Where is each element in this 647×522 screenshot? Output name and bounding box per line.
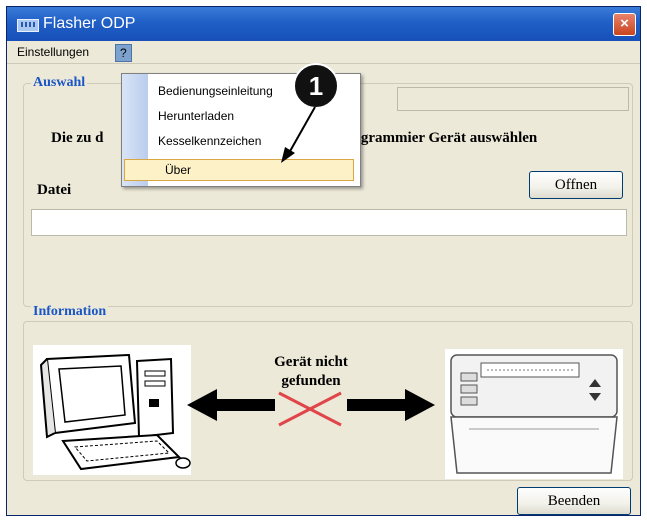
arrow-right-icon: [347, 389, 435, 421]
callout-arrow-icon: [281, 106, 316, 163]
status-line-2: gefunden: [281, 373, 341, 389]
close-icon: ×: [620, 15, 629, 32]
exit-button[interactable]: Beenden: [517, 487, 631, 515]
information-group-title: Information: [31, 304, 109, 320]
device-icon: [445, 349, 623, 479]
auswahl-group-title: Auswahl: [31, 75, 88, 91]
menu-help[interactable]: ?: [115, 44, 132, 62]
window-title: Flasher ODP: [43, 15, 136, 32]
open-button[interactable]: Offnen: [529, 171, 623, 199]
menu-bar: Einstellungen ?: [7, 41, 640, 64]
status-line-1: Gerät nicht: [274, 354, 348, 370]
main-window: Flasher ODP × Einstellungen ? Auswahl Di…: [6, 6, 641, 516]
instruction-left: Die zu d: [51, 130, 104, 146]
close-button[interactable]: ×: [613, 13, 636, 36]
device-field: [397, 87, 629, 111]
device-status: Gerät nicht gefunden: [253, 353, 369, 391]
arrow-left-icon: [187, 389, 275, 421]
menu-item-kesselkennzeichen[interactable]: Kesselkennzeichen: [158, 134, 261, 148]
instruction-right: rogrammier Gerät auswählen: [347, 130, 538, 146]
app-icon: [17, 19, 39, 32]
cross-icon: [278, 391, 342, 427]
menu-item-bedienungseinleitung[interactable]: Bedienungseinleitung: [158, 84, 273, 98]
file-path-input[interactable]: [31, 209, 627, 236]
computer-icon: [33, 345, 191, 475]
menu-einstellungen[interactable]: Einstellungen: [13, 44, 93, 60]
file-label: Datei: [37, 182, 72, 198]
title-bar: Flasher ODP ×: [7, 7, 640, 41]
menu-item-herunterladen[interactable]: Herunterladen: [158, 109, 234, 123]
